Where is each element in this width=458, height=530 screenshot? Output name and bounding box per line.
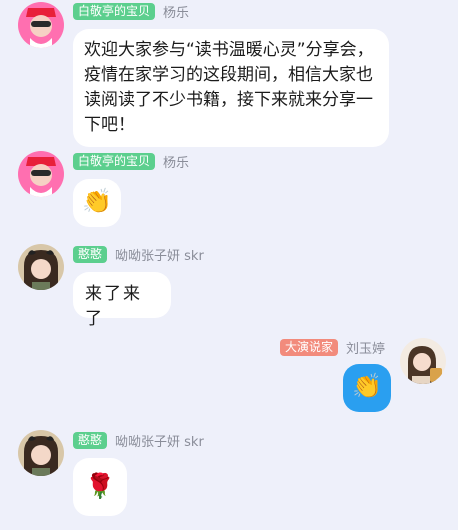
avatar-image	[400, 338, 446, 384]
avatar[interactable]	[18, 151, 64, 197]
rose-emoji: 🌹	[85, 472, 115, 500]
avatar[interactable]	[18, 244, 64, 290]
group-title-badge: 大演说家	[280, 338, 339, 356]
group-title-badge: 白敬亭的宝贝	[73, 152, 156, 170]
avatar-image	[18, 2, 64, 48]
avatar[interactable]	[18, 2, 64, 48]
message-bubble[interactable]: 🌹	[73, 458, 127, 516]
message-bubble-self[interactable]: 👏	[343, 364, 391, 412]
message-meta: 大演说家 刘玉婷	[280, 338, 385, 357]
sender-name[interactable]: 刘玉婷	[346, 338, 385, 357]
message-text: 来了来了	[85, 284, 142, 329]
group-title-badge: 憨憨	[73, 431, 108, 449]
sender-name[interactable]: 呦呦张子妍 skr	[115, 245, 204, 264]
message-bubble[interactable]: 来了来了	[73, 272, 171, 329]
message-bubble[interactable]: 👏	[73, 179, 121, 227]
group-title-badge: 白敬亭的宝贝	[73, 2, 156, 20]
avatar[interactable]	[18, 430, 64, 476]
avatar-image	[18, 151, 64, 197]
chat-area[interactable]: 白敬亭的宝贝 杨乐 欢迎大家参与“读书温暖心灵”分享会，疫情在家学习的这段期间，…	[0, 0, 458, 530]
sender-name[interactable]: 杨乐	[163, 152, 189, 171]
sender-name[interactable]: 呦呦张子妍 skr	[115, 431, 204, 450]
message-text: 欢迎大家参与“读书温暖心灵”分享会，疫情在家学习的这段期间，相信大家也读阅读了不…	[84, 40, 374, 135]
clapping-hands-emoji: 👏	[352, 372, 382, 400]
message-meta: 白敬亭的宝贝 杨乐	[73, 2, 189, 21]
avatar-image	[18, 244, 64, 290]
message-meta: 憨憨 呦呦张子妍 skr	[73, 245, 204, 264]
message-meta: 憨憨 呦呦张子妍 skr	[73, 431, 204, 450]
avatar-image	[18, 430, 64, 476]
message-meta: 白敬亭的宝贝 杨乐	[73, 152, 189, 171]
message-bubble[interactable]: 欢迎大家参与“读书温暖心灵”分享会，疫情在家学习的这段期间，相信大家也读阅读了不…	[73, 29, 389, 147]
clapping-hands-emoji: 👏	[82, 187, 112, 215]
avatar[interactable]	[400, 338, 446, 384]
group-title-badge: 憨憨	[73, 245, 108, 263]
sender-name[interactable]: 杨乐	[163, 2, 189, 21]
